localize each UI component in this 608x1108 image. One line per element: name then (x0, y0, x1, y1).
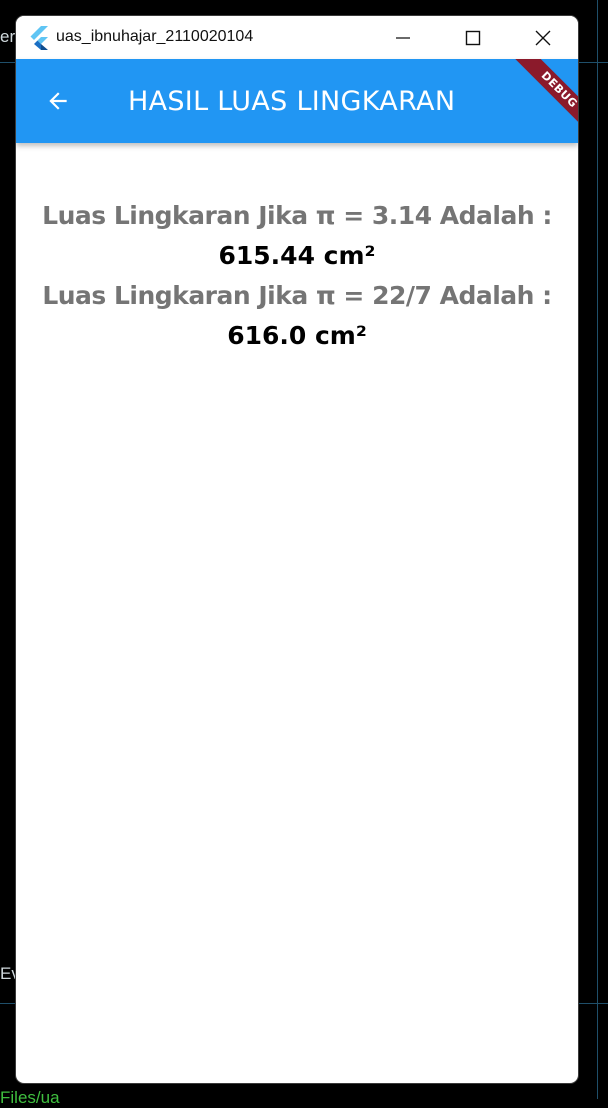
result-value-pi-314: 615.44 cm² (218, 241, 376, 270)
result-label-pi-314: Luas Lingkaran Jika π = 3.14 Adalah : (42, 201, 552, 230)
page-title: HASIL LUAS LINGKARAN (128, 86, 456, 117)
window-titlebar[interactable]: uas_ibnuhajar_2110020104 (16, 16, 578, 59)
debug-banner: DEBUG (494, 59, 578, 143)
background-divider (597, 0, 598, 1099)
minimize-icon (396, 36, 410, 39)
app-window: uas_ibnuhajar_2110020104 HASIL LUAS LING… (16, 16, 578, 1083)
debug-label: DEBUG (513, 59, 578, 136)
window-title: uas_ibnuhajar_2110020104 (56, 28, 254, 45)
minimize-button[interactable] (368, 16, 438, 59)
back-button[interactable] (38, 81, 78, 121)
flutter-logo-icon (28, 26, 50, 50)
close-icon (535, 30, 551, 45)
result-label-pi-22-7: Luas Lingkaran Jika π = 22/7 Adalah : (42, 281, 552, 310)
maximize-button[interactable] (438, 16, 508, 59)
close-button[interactable] (508, 16, 578, 59)
arrow-back-icon (49, 92, 67, 110)
results-content: Luas Lingkaran Jika π = 3.14 Adalah : 61… (16, 196, 578, 356)
result-value-pi-22-7: 616.0 cm² (227, 321, 367, 350)
background-text: Files/ua (0, 1088, 60, 1107)
maximize-icon (465, 30, 481, 45)
